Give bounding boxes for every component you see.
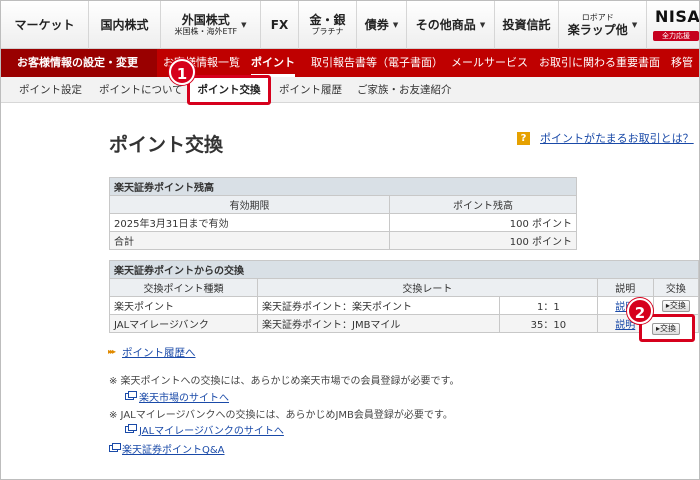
chevron-down-icon: ▼ (479, 21, 486, 29)
jal-mileage-link[interactable]: JALマイレージバンクのサイトへ (139, 422, 284, 437)
point-faq-link[interactable]: 楽天証券ポイントQ&A (122, 441, 225, 456)
nav-bond[interactable]: 債券 ▼ (357, 1, 407, 49)
external-window-icon (125, 424, 137, 433)
redbar-item-important-docs[interactable]: お取引に関わる重要書面 (539, 49, 660, 77)
balance-expiry-cell: 2025年3月31日まで有効 (109, 213, 390, 232)
redbar-item-reports[interactable]: 取引報告書等（電子書面） (311, 49, 443, 77)
subnav-point-exchange[interactable]: ポイント交換 (187, 75, 271, 105)
top-nav: マーケット 国内株式 外国株式 米国株・海外ETF ▼ FX 金・銀 プラチナ … (1, 1, 699, 49)
point-exchange-table: 楽天証券ポイントからの交換 交換ポイント種類 交換レート 説明 交換 楽天ポイン… (109, 260, 699, 333)
balance-total-value: 100 ポイント (389, 231, 577, 250)
exchange-header-action: 交換 (652, 278, 699, 297)
external-window-icon (125, 391, 137, 400)
nav-gold-label: 金・銀 (309, 13, 346, 27)
nav-market-label: マーケット (14, 18, 75, 32)
note-jal: ※ JALマイレージバンクへの交換には、あらかじめJMB会員登録が必要です。 (109, 410, 453, 421)
arrow-icon: ▸▸▸ (108, 347, 116, 356)
nav-robo-advisor-label: 楽ラップ他 (567, 23, 628, 37)
nav-other-products[interactable]: その他商品 ▼ (407, 1, 495, 49)
nav-fx[interactable]: FX (261, 1, 299, 49)
nav-domestic-stock-label: 国内株式 (100, 18, 149, 32)
subnav-point-settings[interactable]: ポイント設定 (19, 77, 82, 103)
redbar-item-point[interactable]: ポイント (251, 49, 295, 77)
chevron-down-icon: ▼ (392, 21, 399, 29)
nav-fx-label: FX (270, 18, 289, 32)
exchange-kind-cell: JALマイレージバンク (109, 314, 258, 333)
nav-foreign-stock-label: 外国株式 (181, 13, 230, 27)
nav-nisa[interactable]: NISA (655, 7, 699, 26)
subnav-about-points[interactable]: ポイントについて (99, 77, 183, 103)
balance-caption: 楽天証券ポイント残高 (109, 177, 577, 196)
subnav-point-history[interactable]: ポイント履歴 (279, 77, 342, 103)
nav-robo-advisor-sub: ロボアド (581, 13, 614, 22)
balance-header-expiry: 有効期限 (109, 195, 390, 214)
nav-foreign-stock-sub: 米国株・海外ETF (174, 27, 238, 36)
step-badge-2: 2 (627, 298, 653, 324)
redbar-item-mail-service[interactable]: メールサービス (451, 49, 528, 77)
nav-other-products-label: その他商品 (415, 18, 476, 32)
exchange-action-cell: ▸交換 (652, 296, 699, 315)
exchange-header-kind: 交換ポイント種類 (109, 278, 258, 297)
chevron-down-icon: ▼ (241, 21, 247, 29)
page-title: ポイント交換 (109, 134, 224, 156)
external-window-icon (109, 443, 121, 452)
table-row: 合計 100 ポイント (109, 231, 577, 250)
point-history-link[interactable]: ポイント履歴へ (122, 345, 196, 360)
nav-nisa-sub: 全力応援 (653, 31, 699, 41)
nav-domestic-stock[interactable]: 国内株式 (89, 1, 161, 49)
nav-investment-trust[interactable]: 投資信託 (495, 1, 559, 49)
exchange-header-rate: 交換レート (257, 278, 598, 297)
point-balance-table: 楽天証券ポイント残高 有効期限 ポイント残高 2025年3月31日まで有効 10… (109, 177, 577, 250)
nav-gold-sub: プラチナ (311, 27, 344, 36)
exchange-button-jal[interactable]: ▸交換 (652, 323, 681, 335)
point-sub-nav: ポイント設定 ポイントについて ポイント履歴 ご家族・お友達紹介 (1, 77, 699, 103)
nav-bond-label: 債券 (364, 18, 389, 32)
app-frame: マーケット 国内株式 外国株式 米国株・海外ETF ▼ FX 金・銀 プラチナ … (0, 0, 700, 480)
exchange-header-desc: 説明 (596, 278, 654, 297)
table-row: 2025年3月31日まで有効 100 ポイント (109, 213, 577, 232)
nav-market[interactable]: マーケット (1, 1, 89, 49)
help-link[interactable]: ポイントがたまるお取引とは？ (540, 130, 694, 146)
account-settings-bar: お客様情報の設定・変更 お客様情報一覧 ポイント 取引報告書等（電子書面） メー… (1, 49, 699, 77)
exchange-rate-label-cell: 楽天証券ポイント：楽天ポイント (257, 296, 500, 315)
chevron-down-icon: ▼ (631, 21, 638, 29)
account-settings-section-title: お客様情報の設定・変更 (1, 49, 157, 77)
exchange-button-rakuten[interactable]: ▸交換 (661, 299, 690, 312)
table-row: 楽天ポイント 楽天証券ポイント：楽天ポイント 1：1 説明 ▸交換 (109, 296, 699, 315)
note-rakuten: ※ 楽天ポイントへの交換には、あらかじめ楽天市場での会員登録が必要です。 (109, 376, 460, 387)
exchange-rate-cell: 1：1 (499, 296, 598, 315)
exchange-rate-cell: 35：10 (499, 314, 598, 333)
exchange-caption: 楽天証券ポイントからの交換 (109, 260, 699, 279)
balance-total-label: 合計 (109, 231, 390, 250)
balance-header-balance: ポイント残高 (389, 195, 577, 214)
exchange-kind-cell: 楽天ポイント (109, 296, 258, 315)
help-icon: ? (517, 132, 530, 145)
step-badge-1: 1 (169, 59, 195, 85)
redbar-item-transfer[interactable]: 移管 (671, 49, 693, 77)
nav-investment-trust-label: 投資信託 (502, 18, 551, 32)
subnav-family-referral[interactable]: ご家族・お友達紹介 (357, 77, 452, 103)
nav-foreign-stock[interactable]: 外国株式 米国株・海外ETF ▼ (161, 1, 261, 49)
nav-gold[interactable]: 金・銀 プラチナ (299, 1, 357, 49)
rakuten-market-link[interactable]: 楽天市場のサイトへ (139, 389, 229, 404)
exchange-rate-label-cell: 楽天証券ポイント：JMBマイル (257, 314, 500, 333)
balance-value-cell: 100 ポイント (389, 213, 577, 232)
nav-robo-advisor[interactable]: ロボアド 楽ラップ他 ▼ (559, 1, 647, 49)
table-row: JALマイレージバンク 楽天証券ポイント：JMBマイル 35：10 説明 (109, 314, 699, 333)
